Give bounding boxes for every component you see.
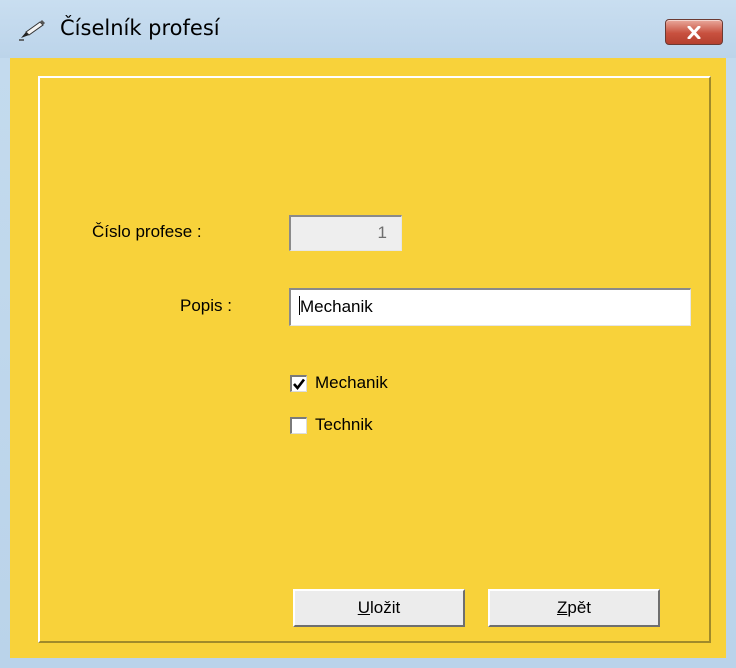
back-access-key: Z (556, 598, 568, 617)
title-bar[interactable]: Číselník profesí (0, 0, 736, 58)
save-button[interactable]: Uložit (293, 589, 465, 627)
mechanik-checkbox-label[interactable]: Mechanik (315, 373, 388, 393)
save-label-rest: ložit (370, 598, 401, 617)
pen-icon (18, 19, 46, 41)
checkmark-icon (293, 378, 306, 391)
technik-checkbox-label[interactable]: Technik (315, 415, 373, 435)
popis-input[interactable]: Mechanik (289, 288, 691, 326)
window-title: Číselník profesí (60, 16, 220, 40)
back-label-rest: pět (567, 598, 592, 617)
popis-value: Mechanik (300, 297, 373, 316)
cislo-profese-label: Číslo profese : (92, 222, 202, 241)
back-button[interactable]: Zpět (488, 589, 660, 627)
cislo-profese-field: 1 (289, 215, 402, 251)
dialog-window: Číselník profesí Číslo profese : 1 Popis… (0, 0, 736, 668)
mechanik-checkbox[interactable] (290, 375, 307, 392)
close-x-icon (687, 26, 701, 39)
form-panel: Číslo profese : 1 Popis : Mechanik Mecha… (38, 76, 711, 643)
popis-label: Popis : (180, 296, 232, 315)
technik-checkbox[interactable] (290, 417, 307, 434)
save-access-key: U (357, 598, 371, 617)
close-button[interactable] (665, 19, 723, 45)
dialog-body: Číslo profese : 1 Popis : Mechanik Mecha… (10, 58, 726, 658)
